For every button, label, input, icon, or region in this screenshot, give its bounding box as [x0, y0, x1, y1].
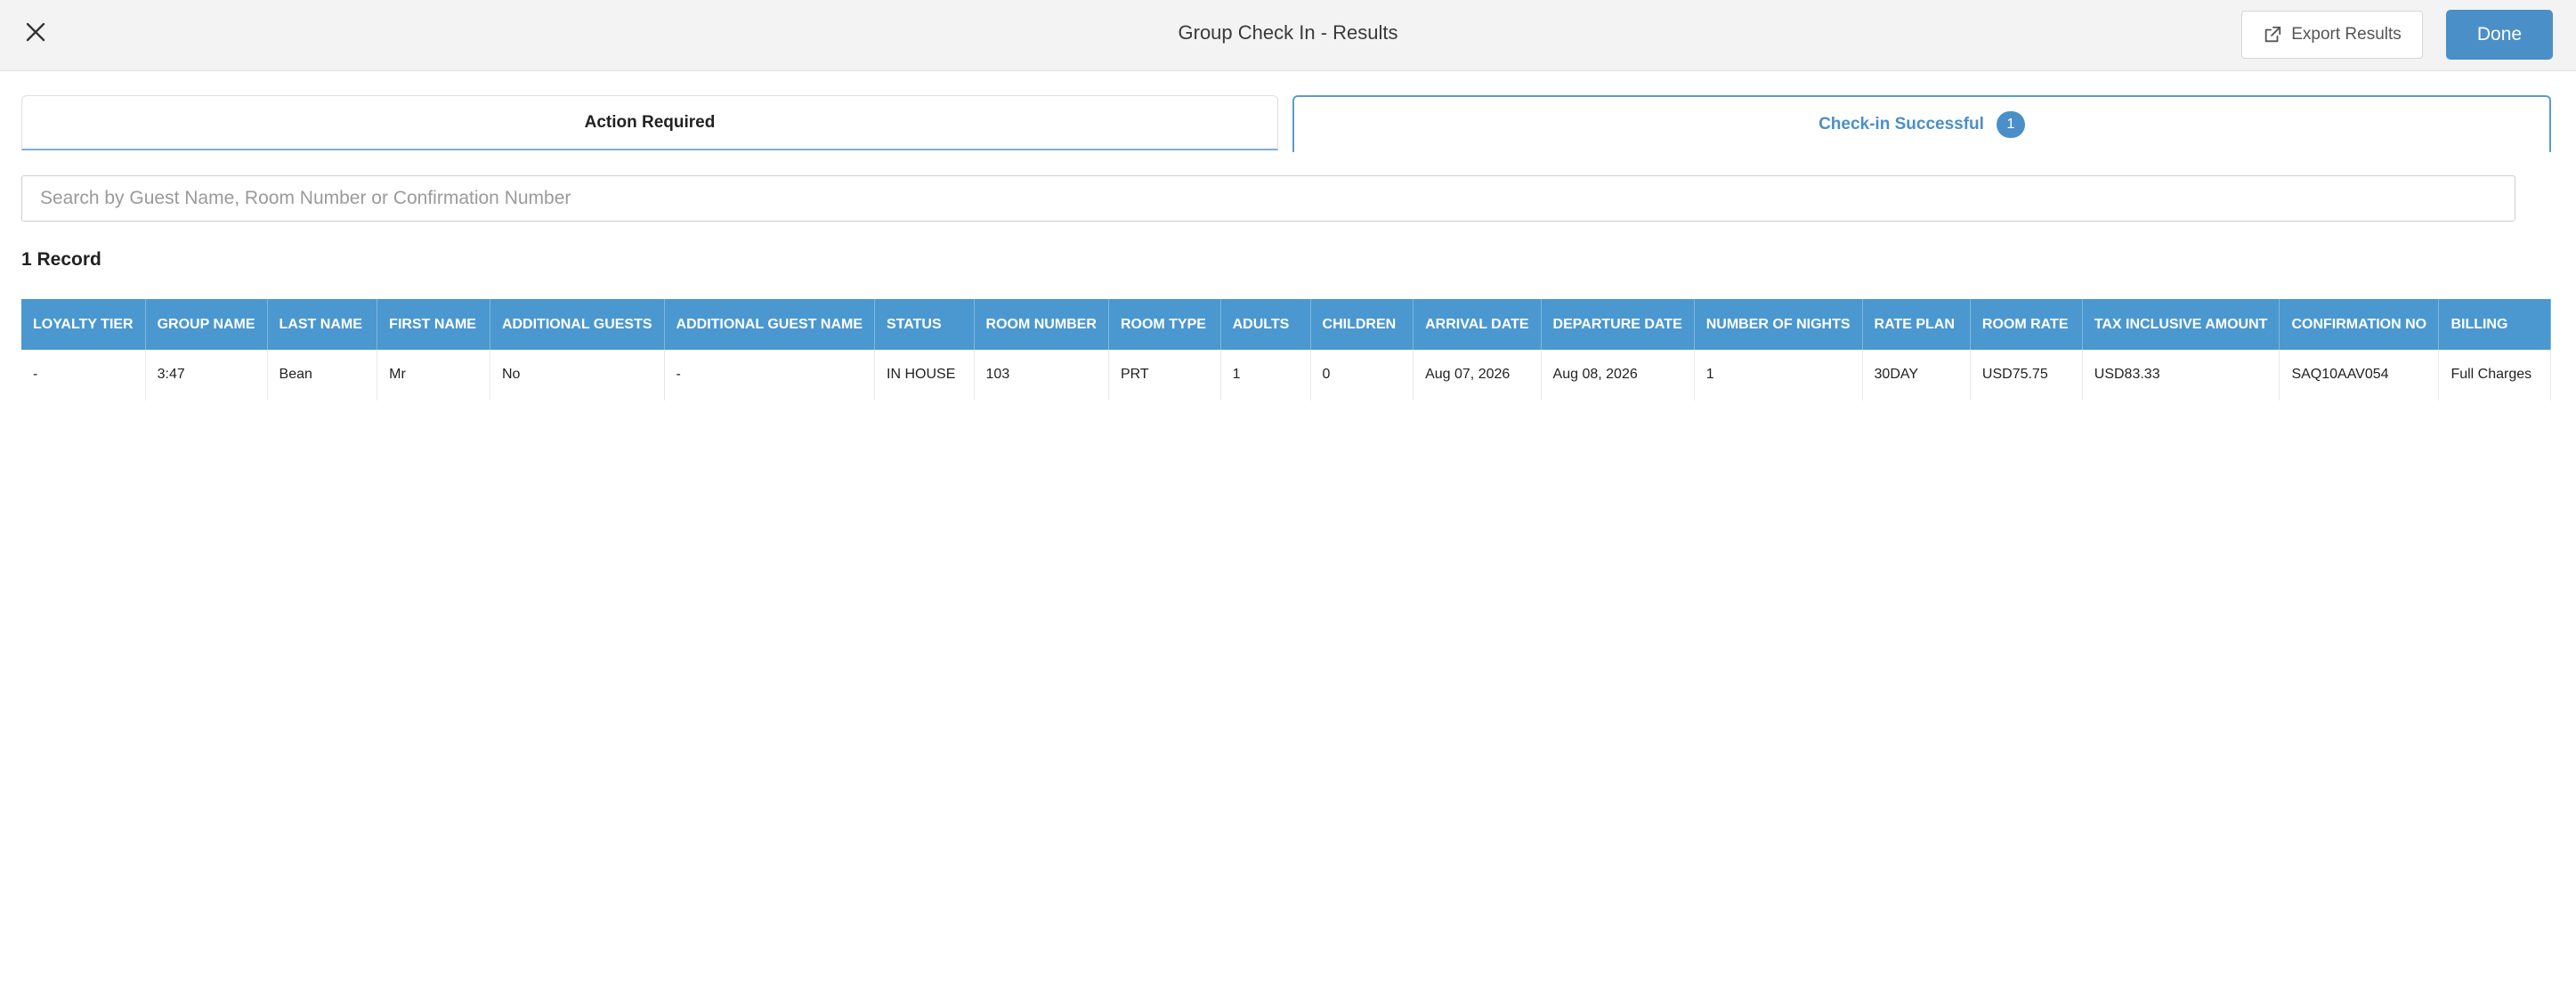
record-count: 1 Record — [21, 249, 101, 270]
table-cell: Aug 07, 2026 — [1413, 350, 1542, 400]
tab-check-in-successful[interactable]: Check-in Successful 1 — [1292, 95, 2551, 152]
column-header[interactable]: STATUS — [874, 299, 975, 350]
column-header[interactable]: ROOM NUMBER — [974, 299, 1109, 350]
table-cell: - — [664, 350, 876, 400]
column-header[interactable]: CONFIRMATION NO — [2279, 299, 2440, 350]
table-cell: Bean — [267, 350, 378, 400]
results-table-container[interactable]: LOYALTY TIER GROUP NAME LAST NAME FIRST … — [21, 299, 2551, 400]
column-header[interactable]: CHILDREN — [1310, 299, 1414, 350]
table-cell: 0 — [1310, 350, 1414, 400]
column-header[interactable]: ROOM TYPE — [1108, 299, 1221, 350]
table-cell: PRT — [1108, 350, 1221, 400]
table-cell: USD83.33 — [2082, 350, 2280, 400]
external-link-icon — [2264, 26, 2281, 43]
table-cell: 1 — [1694, 350, 1863, 400]
table-cell: 3:47 — [145, 350, 268, 400]
table-cell: No — [490, 350, 665, 400]
tab-action-required[interactable]: Action Required — [21, 95, 1278, 150]
table-cell: Aug 08, 2026 — [1541, 350, 1695, 400]
column-header[interactable]: BILLING — [2438, 299, 2551, 350]
column-header[interactable]: ADDITIONAL GUEST NAME — [664, 299, 876, 350]
column-header[interactable]: ADDITIONAL GUESTS — [490, 299, 665, 350]
column-header[interactable]: LOYALTY TIER — [21, 299, 146, 350]
table-cell: 103 — [974, 350, 1109, 400]
table-cell: 30DAY — [1862, 350, 1971, 400]
table-cell: SAQ10AAV054 — [2279, 350, 2440, 400]
column-header[interactable]: RATE PLAN — [1862, 299, 1971, 350]
table-cell: - — [21, 350, 146, 400]
column-header[interactable]: ADULTS — [1220, 299, 1311, 350]
done-button[interactable]: Done — [2446, 10, 2553, 60]
table-cell: USD75.75 — [1970, 350, 2083, 400]
column-header[interactable]: ROOM RATE — [1970, 299, 2083, 350]
dialog-header: Group Check In - Results Export Results … — [0, 0, 2576, 71]
count-badge: 1 — [1996, 111, 2025, 138]
table-cell: Mr — [377, 350, 490, 400]
table-cell: Full Charges — [2438, 350, 2551, 400]
tab-check-in-successful-label: Check-in Successful — [1819, 115, 1984, 133]
results-table: LOYALTY TIER GROUP NAME LAST NAME FIRST … — [21, 299, 2551, 400]
export-results-button[interactable]: Export Results — [2241, 11, 2423, 59]
table-cell: 1 — [1220, 350, 1311, 400]
column-header[interactable]: GROUP NAME — [145, 299, 268, 350]
table-header-row: LOYALTY TIER GROUP NAME LAST NAME FIRST … — [21, 299, 2551, 350]
page-title: Group Check In - Results — [1178, 21, 1398, 44]
column-header[interactable]: ARRIVAL DATE — [1413, 299, 1542, 350]
column-header[interactable]: TAX INCLUSIVE AMOUNT — [2082, 299, 2280, 350]
column-header[interactable]: NUMBER OF NIGHTS — [1694, 299, 1863, 350]
column-header[interactable]: LAST NAME — [267, 299, 378, 350]
result-tabs: Action Required Check-in Successful 1 — [21, 95, 2551, 152]
column-header[interactable]: DEPARTURE DATE — [1541, 299, 1695, 350]
table-cell: IN HOUSE — [874, 350, 975, 400]
export-results-label: Export Results — [2291, 25, 2402, 44]
search-input[interactable] — [21, 175, 2515, 222]
table-row[interactable]: - 3:47 Bean Mr No - IN HOUSE 103 PRT 1 0… — [21, 350, 2551, 400]
tab-action-required-label: Action Required — [584, 112, 716, 132]
column-header[interactable]: FIRST NAME — [377, 299, 490, 350]
